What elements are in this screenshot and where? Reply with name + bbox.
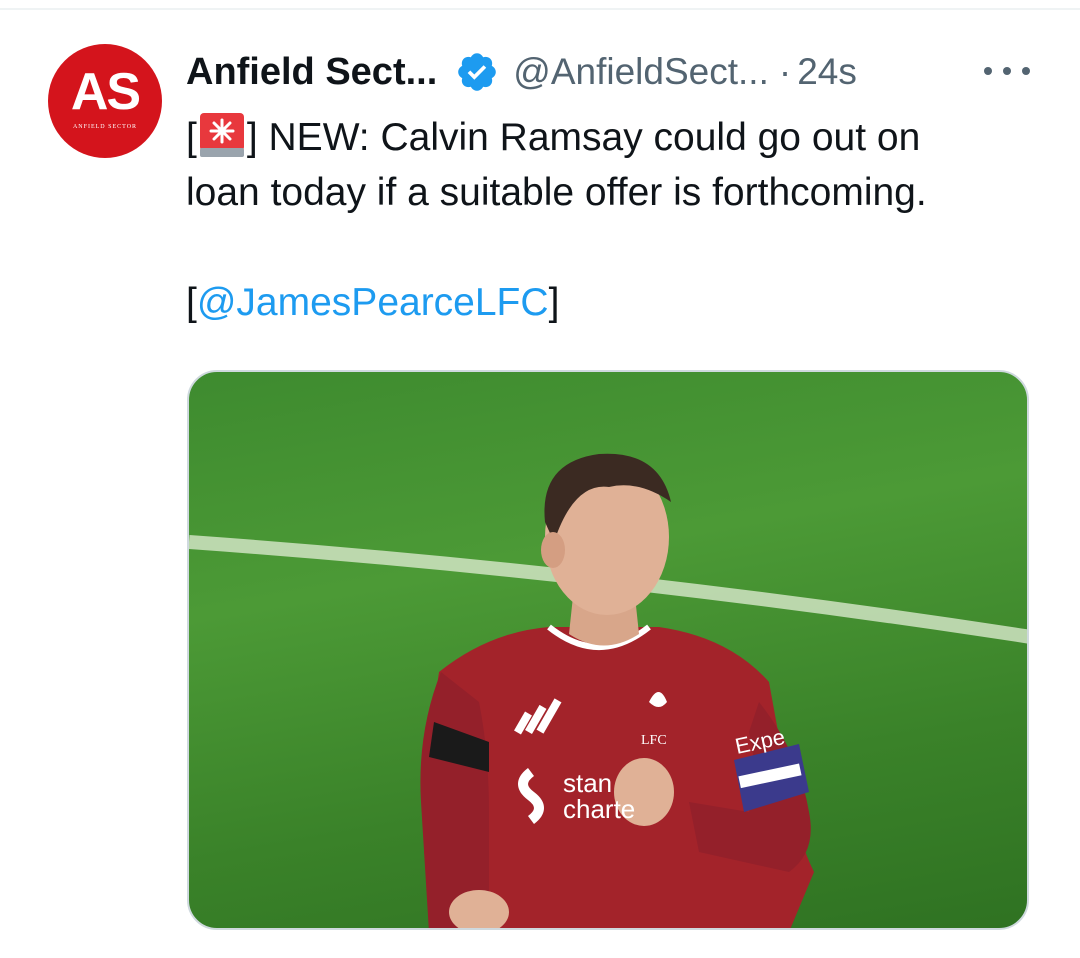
tweet-media-photo[interactable]: LFC stan charte Expe: [187, 370, 1029, 930]
tweet-line-2: loan today if a suitable offer is forthc…: [186, 171, 927, 214]
tweet-source: [@JamesPearceLFC]: [186, 281, 560, 324]
avatar-logo-subtext: ANFIELD SECTOR: [72, 124, 138, 130]
svg-text:charte: charte: [563, 794, 635, 824]
tweet-text: [ ] NEW: Calvin Ramsay could go out on l…: [186, 110, 1046, 330]
mention-link[interactable]: @JamesPearceLFC: [197, 281, 549, 324]
tweet-line-1: [ ] NEW: Calvin Ramsay could go out on: [186, 110, 1046, 165]
handle[interactable]: @AnfieldSect...: [513, 51, 769, 93]
timestamp[interactable]: 24s: [797, 51, 857, 93]
display-name[interactable]: Anfield Sect...: [186, 51, 437, 94]
verified-badge-icon[interactable]: [455, 50, 499, 94]
avatar-logo-text: AS: [70, 63, 141, 121]
rotating-light-icon: [199, 112, 245, 158]
svg-text:LFC: LFC: [641, 733, 667, 748]
top-divider: [0, 8, 1080, 10]
tweet-header: Anfield Sect... @AnfieldSect... · 24s: [186, 46, 857, 98]
separator-dot: ·: [778, 51, 792, 92]
avatar[interactable]: AS ANFIELD SECTOR: [48, 44, 162, 158]
more-options-icon[interactable]: [984, 56, 1030, 86]
